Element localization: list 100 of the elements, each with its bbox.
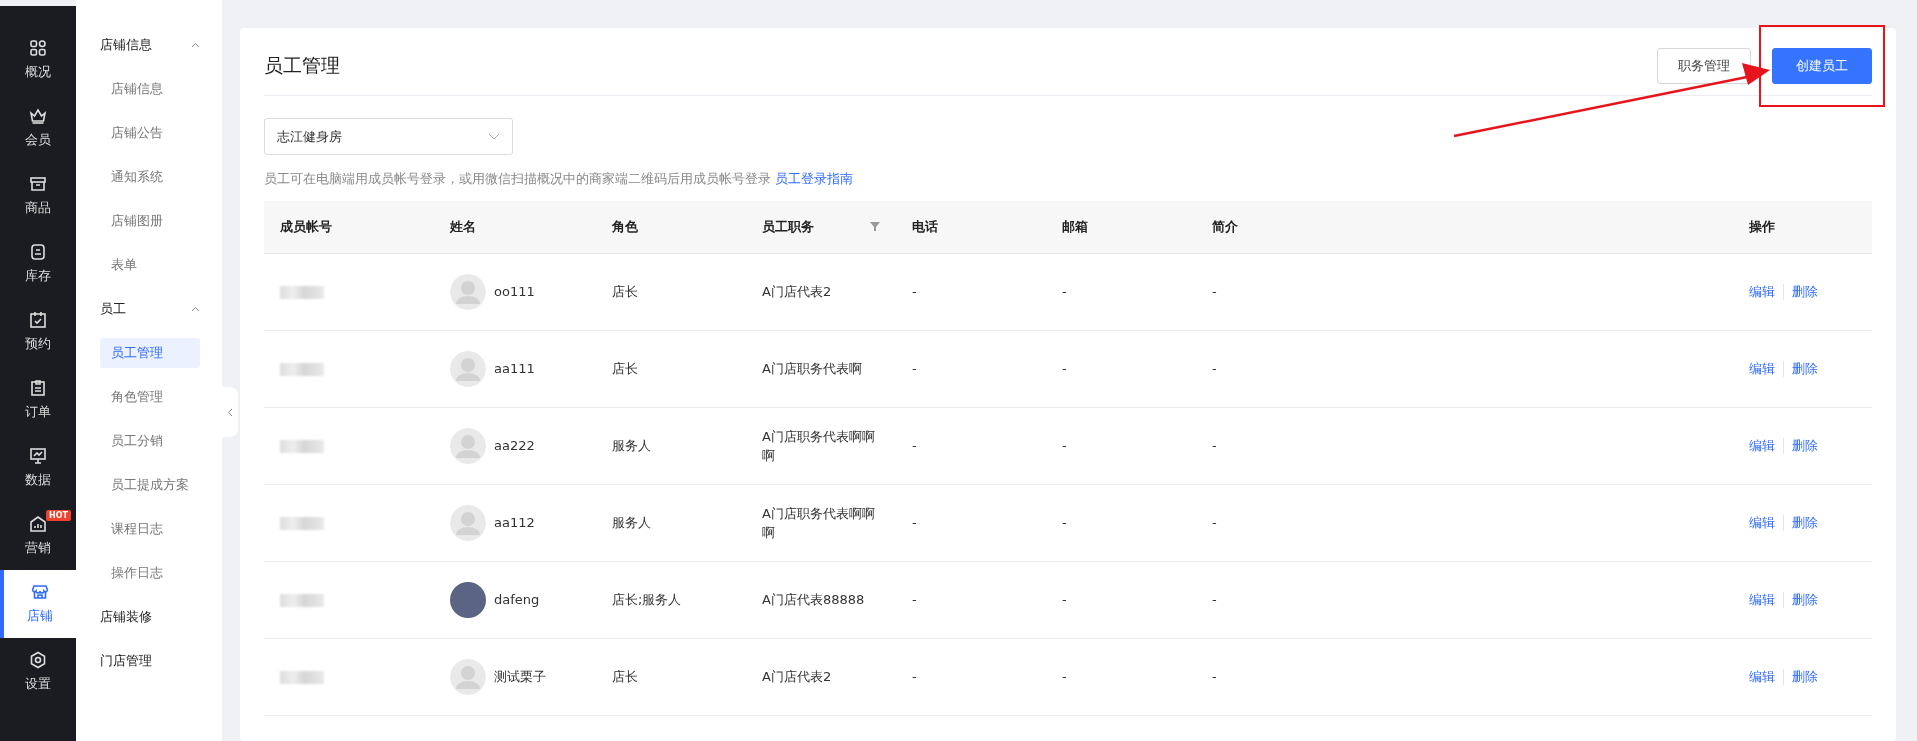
member-name: 测试栗子 [494,668,546,687]
blurred-account [280,593,324,607]
submenu-item[interactable]: 课程日志 [100,514,200,544]
menu-group[interactable]: 店铺装修 [76,595,222,639]
blurred-account [280,439,324,453]
blurred-account [280,516,324,530]
avatar-icon [450,351,486,387]
blurred-account [280,285,324,299]
position-cell: A门店职务代表啊啊啊 [746,407,896,485]
email-cell: - [1046,484,1196,562]
submenu-item[interactable]: 表单 [100,250,200,280]
manage-button[interactable]: 职务管理 [1657,47,1751,84]
phone-cell: - [896,638,1046,716]
submenu-item[interactable]: 员工分销 [100,426,200,456]
store-select[interactable]: 志江健身房 [264,118,513,155]
menu-group[interactable]: 员工 [76,287,222,331]
position-cell: A门店代表2 [746,638,896,716]
member-name: dafeng [494,591,540,610]
edit-link[interactable]: 编辑 [1749,513,1775,533]
nav-item[interactable]: 会员 [0,94,76,162]
delete-link[interactable]: 删除 [1792,359,1818,379]
grid-icon [28,38,48,59]
member-name: aa112 [494,514,535,533]
column-header: 员工职务 [762,218,814,236]
menu-group[interactable]: 店铺信息 [76,23,222,67]
column-header: 角色 [596,200,746,254]
page-title: 员工管理 [264,53,340,79]
nav-item[interactable]: 设置 [0,638,76,706]
calendar-check-icon [28,310,48,331]
edit-link[interactable]: 编辑 [1749,282,1775,302]
column-header: 操作 [1733,200,1872,254]
blurred-account [280,362,324,376]
create-button[interactable]: 创建员工 [1772,47,1872,84]
delete-link[interactable]: 删除 [1792,667,1818,687]
intro-cell: - [1196,330,1733,408]
position-cell: A门店职务代表啊 [746,330,896,408]
avatar-icon [450,659,486,695]
column-header: 电话 [896,200,1046,254]
nav-item[interactable]: 商品 [0,162,76,230]
phone-cell: - [896,407,1046,485]
submenu-item[interactable]: 店铺图册 [100,206,200,236]
crown-icon [28,106,48,127]
email-cell: - [1046,253,1196,331]
avatar-icon [450,274,486,310]
edit-link[interactable]: 编辑 [1749,590,1775,610]
nav-item[interactable]: 店铺 [0,570,76,638]
delete-link[interactable]: 删除 [1792,513,1818,533]
email-cell: - [1046,330,1196,408]
edit-link[interactable]: 编辑 [1749,359,1775,379]
position-cell: A门店代表2 [746,253,896,331]
nav-item[interactable]: 预约 [0,298,76,366]
role-cell: 店长 [596,638,746,716]
intro-cell: - [1196,638,1733,716]
position-cell: A门店职务代表啊啊啊 [746,484,896,562]
submenu-item[interactable]: 操作日志 [100,558,200,588]
chevron-left-icon [227,407,233,417]
position-cell: A门店代表88888 [746,561,896,639]
bar-chart-icon [28,514,48,535]
nav-item[interactable]: 数据 [0,434,76,502]
column-header: 简介 [1196,200,1733,254]
submenu-item[interactable]: 店铺信息 [100,74,200,104]
edit-link[interactable]: 编辑 [1749,436,1775,456]
role-cell: 服务人 [596,407,746,485]
monitor-chart-icon [28,446,48,467]
email-cell: - [1046,561,1196,639]
collapse-handle[interactable] [222,387,238,437]
role-cell: 店长;服务人 [596,561,746,639]
delete-link[interactable]: 删除 [1792,590,1818,610]
document-icon [28,242,48,263]
role-cell: 服务人 [596,484,746,562]
submenu-item[interactable]: 员工管理 [100,338,200,368]
nav-item[interactable]: 概况 [0,26,76,94]
column-header: 邮箱 [1046,200,1196,254]
guide-link[interactable]: 员工登录指南 [775,171,854,186]
submenu-item[interactable]: 角色管理 [100,382,200,412]
delete-link[interactable]: 删除 [1792,282,1818,302]
blurred-account [280,670,324,684]
delete-link[interactable]: 删除 [1792,436,1818,456]
submenu-item[interactable]: 店铺公告 [100,118,200,148]
email-cell: - [1046,638,1196,716]
hot-badge: HOT [46,510,71,521]
avatar-photo [450,582,486,618]
menu-group[interactable]: 门店管理 [76,639,222,683]
intro-cell: - [1196,407,1733,485]
column-header: 成员帐号 [264,200,434,254]
phone-cell: - [896,253,1046,331]
nav-item[interactable]: 库存 [0,230,76,298]
role-cell: 店长 [596,253,746,331]
clipboard-icon [28,378,48,399]
submenu-item[interactable]: 通知系统 [100,162,200,192]
edit-link[interactable]: 编辑 [1749,667,1775,687]
member-name: oo111 [494,283,535,302]
filter-icon[interactable] [870,222,880,232]
nav-item[interactable]: HOT 营销 [0,502,76,570]
intro-cell: - [1196,561,1733,639]
nav-item[interactable]: 订单 [0,366,76,434]
submenu-item[interactable]: 员工提成方案 [100,470,200,500]
member-name: aa111 [494,360,535,379]
intro-cell: - [1196,484,1733,562]
phone-cell: - [896,561,1046,639]
